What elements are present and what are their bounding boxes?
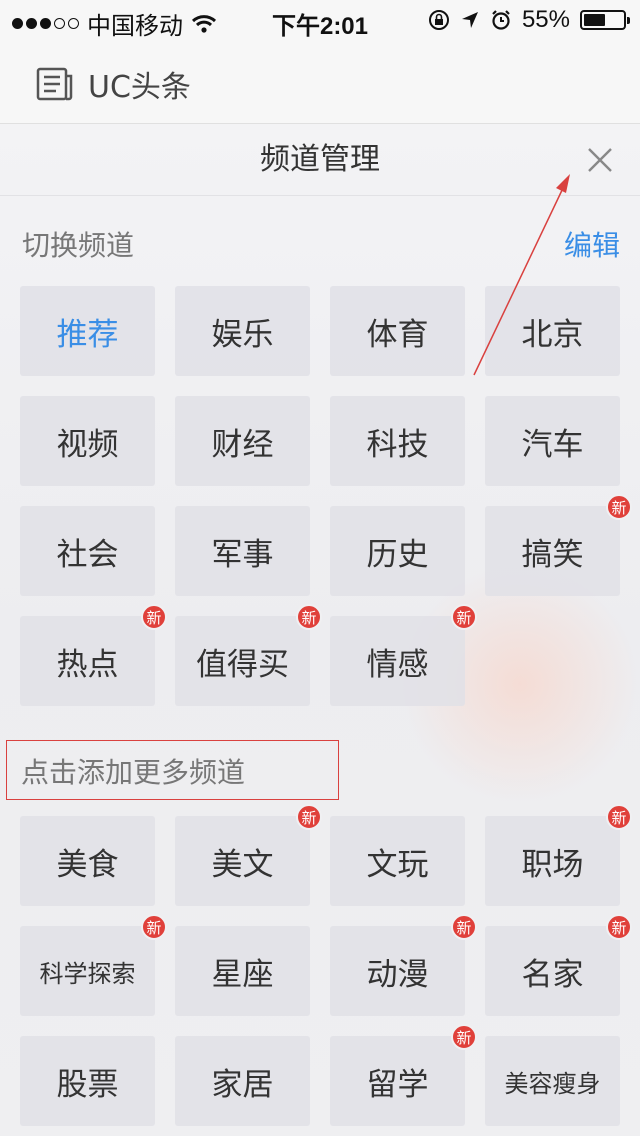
new-badge: 新	[296, 604, 322, 630]
channel-tile[interactable]: 军事	[175, 506, 310, 596]
status-bar: 中国移动 下午2:01 55%	[0, 0, 640, 40]
news-icon	[36, 67, 73, 101]
channel-label: 值得买	[196, 646, 289, 683]
channel-label: 名家	[521, 956, 584, 993]
channel-label: 科学探索	[39, 959, 136, 988]
channel-label: 热点	[56, 646, 119, 683]
channel-tile[interactable]: 汽车	[485, 396, 620, 486]
my-channel-grid: 推荐 娱乐 体育 北京 视频 财经 科技 汽车 社会 军事 历史 搞笑新热点新值得买新情感新	[20, 286, 632, 706]
new-badge: 新	[296, 804, 322, 830]
channel-tile[interactable]: 北京	[485, 286, 620, 376]
add-more-channels-box: 点击添加更多频道	[6, 740, 339, 800]
channel-tile[interactable]: 值得买新	[175, 604, 322, 706]
status-right: 55%	[428, 6, 630, 34]
channel-tile[interactable]: 科学探索新	[20, 914, 167, 1016]
add-more-channels-label: 点击添加更多频道	[21, 756, 246, 789]
channel-label: 家居	[211, 1066, 274, 1103]
channel-label: 动漫	[366, 956, 429, 993]
location-icon	[461, 12, 478, 28]
channel-label: 北京	[521, 316, 584, 353]
channel-tile[interactable]: 名家新	[485, 914, 632, 1016]
edit-button[interactable]: 编辑	[564, 224, 620, 264]
battery-icon	[580, 10, 630, 30]
channel-label: 职场	[521, 846, 584, 883]
channel-label: 推荐	[56, 316, 119, 353]
new-badge: 新	[451, 604, 477, 630]
channel-tile[interactable]: 美文新	[175, 804, 322, 906]
channel-tile[interactable]: 留学新	[330, 1024, 477, 1126]
channel-label: 汽车	[521, 426, 584, 463]
channel-tile[interactable]: 动漫新	[330, 914, 477, 1016]
channel-label: 娱乐	[211, 316, 274, 353]
app-title-wrap: UC头条	[36, 62, 191, 106]
channel-tile[interactable]: 星座	[175, 926, 310, 1016]
new-badge: 新	[141, 604, 167, 630]
more-channel-grid: 美食 美文新文玩 职场新科学探索新星座 动漫新名家新股票 家居 留学新美容瘦身	[20, 804, 632, 1136]
channel-tile[interactable]: 搞笑新	[485, 494, 632, 596]
new-badge: 新	[141, 914, 167, 940]
channel-label: 美文	[211, 846, 274, 883]
rotation-lock-icon	[428, 10, 449, 30]
app-title: UC头条	[88, 70, 191, 105]
channel-tile[interactable]: 美容瘦身	[485, 1036, 620, 1126]
channel-tile[interactable]: 财经	[175, 396, 310, 486]
channel-label: 美食	[56, 846, 119, 883]
new-badge: 新	[606, 804, 632, 830]
alarm-icon	[492, 10, 510, 30]
new-badge: 新	[451, 1024, 477, 1050]
channel-tile[interactable]: 历史	[330, 506, 465, 596]
channel-tile[interactable]: 热点新	[20, 604, 167, 706]
channel-tile[interactable]: 社会	[20, 506, 155, 596]
channel-label: 情感	[366, 646, 429, 683]
channel-tile[interactable]: 股票	[20, 1036, 155, 1126]
channel-label: 社会	[56, 536, 119, 573]
channel-label: 体育	[366, 316, 429, 353]
panel-header: 频道管理	[0, 124, 640, 196]
close-icon[interactable]	[582, 142, 618, 178]
panel-title: 频道管理	[260, 142, 380, 177]
channel-label: 美容瘦身	[504, 1069, 601, 1098]
channel-label: 星座	[211, 956, 274, 993]
channel-label: 搞笑	[521, 536, 584, 573]
channel-tile[interactable]: 推荐	[20, 286, 155, 376]
channel-tile[interactable]: 视频	[20, 396, 155, 486]
channel-tile[interactable]: 文玩	[330, 816, 465, 906]
channel-tile[interactable]: 美食	[20, 816, 155, 906]
new-badge: 新	[451, 914, 477, 940]
channel-label: 视频	[56, 426, 119, 463]
channel-label: 科技	[366, 426, 429, 463]
new-badge: 新	[606, 494, 632, 520]
app-header: UC头条	[0, 40, 640, 124]
channel-panel: 频道管理 切换频道 编辑 推荐 娱乐 体育 北京 视频 财经 科技 汽车 社会 军事 历史 搞笑新热点…	[0, 124, 640, 1136]
channel-tile[interactable]: 情感新	[330, 604, 477, 706]
channel-tile[interactable]: 职场新	[485, 804, 632, 906]
channel-label: 历史	[366, 536, 429, 573]
channel-tile[interactable]: 体育	[330, 286, 465, 376]
channel-label: 军事	[211, 536, 274, 573]
battery-percent: 55%	[521, 6, 570, 33]
new-badge: 新	[606, 914, 632, 940]
channel-tile[interactable]: 娱乐	[175, 286, 310, 376]
channel-label: 文玩	[366, 846, 429, 883]
channel-label: 留学	[366, 1066, 429, 1103]
channel-label: 财经	[211, 426, 274, 463]
channel-tile[interactable]: 家居	[175, 1036, 310, 1126]
channel-tile[interactable]: 科技	[330, 396, 465, 486]
switch-channel-label: 切换频道	[22, 229, 135, 262]
channel-label: 股票	[56, 1066, 119, 1103]
